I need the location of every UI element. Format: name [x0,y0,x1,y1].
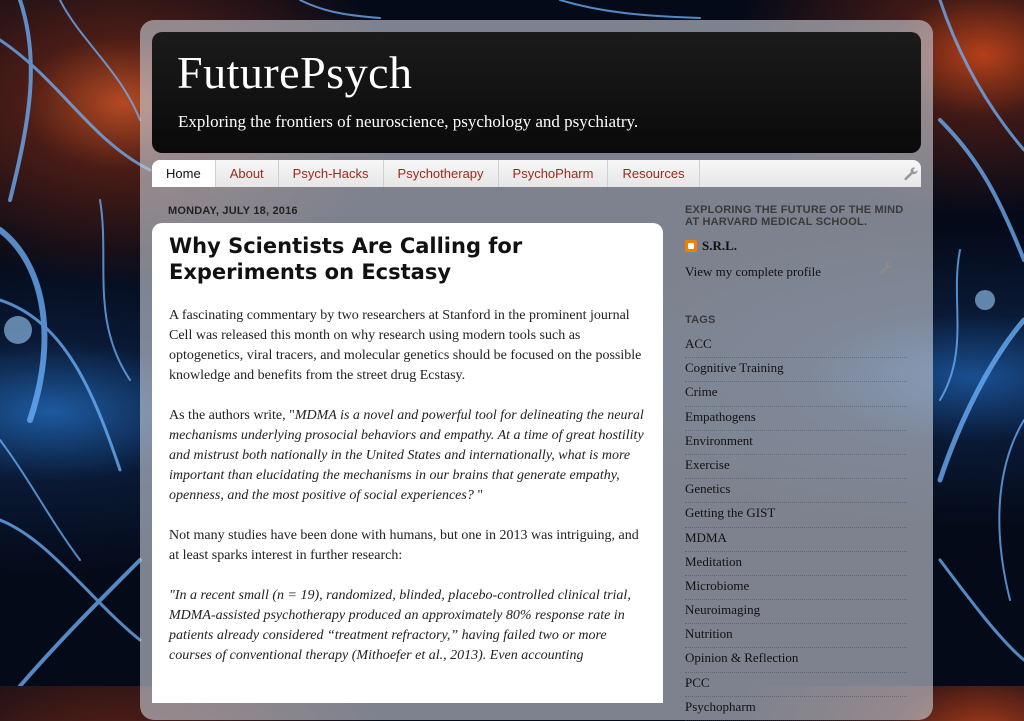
tag-link[interactable]: Crime [685,382,907,407]
quote-intro: As the authors write, " [169,408,295,423]
page-tabs: Home About Psych-Hacks Psychotherapy Psy… [152,160,921,187]
tag-link[interactable]: Nutrition [685,624,907,649]
tab-psychopharm[interactable]: PsychoPharm [499,160,609,187]
post-body: A fascinating commentary by two research… [169,306,649,686]
tag-link[interactable]: Exercise [685,455,907,480]
tab-resources[interactable]: Resources [608,160,700,187]
site-tagline: Exploring the frontiers of neuroscience,… [178,112,639,131]
blog-post: Why Scientists Are Calling for Experimen… [152,223,663,703]
tag-link[interactable]: Environment [685,431,907,455]
tag-link[interactable]: PCC [685,673,907,697]
tag-link[interactable]: Neuroimaging [685,600,907,625]
tag-list: ACC Cognitive Training Crime Empathogens… [685,334,907,721]
tag-link[interactable]: Microbiome [685,576,907,601]
citation-text: "In a recent small (n = 19), randomized,… [169,588,631,663]
tag-link[interactable]: Meditation [685,552,907,576]
tab-psychotherapy[interactable]: Psychotherapy [384,160,499,187]
quote-close: " [477,488,484,503]
tag-link[interactable]: Genetics [685,479,907,504]
tags-heading: TAGS [685,314,716,326]
profile-name[interactable]: S.R.L. [702,238,737,254]
tag-link[interactable]: Empathogens [685,407,907,431]
tag-link[interactable]: Getting the GIST [685,503,907,528]
tag-link[interactable]: MDMA [685,528,907,552]
tab-home[interactable]: Home [152,160,216,187]
site-title[interactable]: FuturePsych [177,46,413,99]
sidebar: EXPLORING THE FUTURE OF THE MIND AT HARV… [685,204,907,721]
post-paragraph: Not many studies have been done with hum… [169,528,639,563]
post-paragraph: A fascinating commentary by two research… [169,308,642,383]
post-paragraph-quote: As the authors write, "MDMA is a novel a… [169,406,649,506]
view-profile-link[interactable]: View my complete profile [685,264,907,280]
tab-psych-hacks[interactable]: Psych-Hacks [279,160,384,187]
post-date-header: MONDAY, JULY 18, 2016 [168,205,298,217]
blog-header: FuturePsych Exploring the frontiers of n… [152,32,921,153]
profile-heading: EXPLORING THE FUTURE OF THE MIND AT HARV… [685,204,904,228]
post-paragraph-citation: "In a recent small (n = 19), randomized,… [169,586,649,666]
blogger-icon [685,240,697,252]
tab-about[interactable]: About [216,160,279,187]
tag-link[interactable]: Opinion & Reflection [685,648,907,673]
tag-link[interactable]: Cognitive Training [685,358,907,383]
profile-name-row: S.R.L. [685,238,907,254]
tag-link[interactable]: Psychopharm [685,697,907,721]
wrench-icon[interactable] [878,260,894,280]
tag-link[interactable]: ACC [685,334,907,359]
post-title[interactable]: Why Scientists Are Calling for Experimen… [169,233,649,285]
wrench-icon[interactable] [903,166,919,182]
